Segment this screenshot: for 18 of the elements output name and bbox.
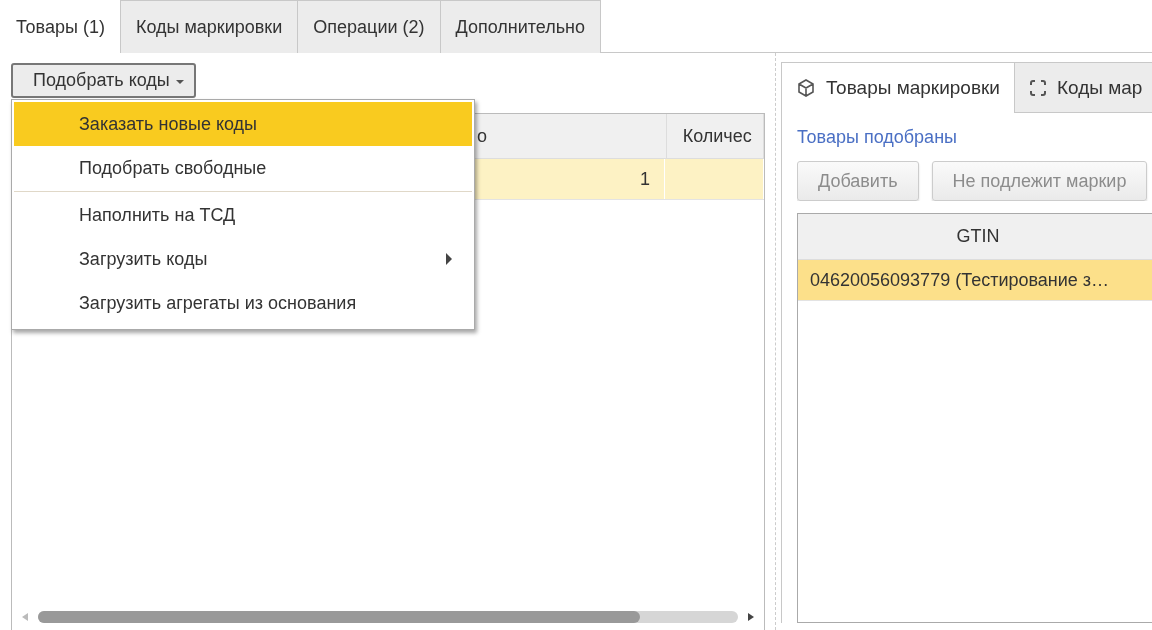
table-row[interactable]: 04620056093779 (Тестирование з… <box>798 260 1152 301</box>
menu-item[interactable]: Загрузить коды <box>14 237 472 281</box>
menu-item[interactable]: Заказать новые коды <box>14 102 472 146</box>
tab[interactable]: Коды маркировки <box>119 0 299 53</box>
pick-codes-button[interactable]: Подобрать коды <box>11 63 196 98</box>
scrollbar[interactable] <box>38 611 738 623</box>
tab[interactable]: Операции (2) <box>297 0 441 53</box>
tab[interactable]: Товары маркировки <box>781 62 1015 113</box>
column-header: Количес <box>666 114 764 158</box>
scroll-left-icon <box>22 613 28 621</box>
tab[interactable]: Дополнительно <box>439 0 602 53</box>
scroll-right-icon <box>748 613 754 621</box>
status-link[interactable]: Товары подобраны <box>797 127 957 148</box>
tab[interactable]: Коды мар <box>1013 62 1152 113</box>
menu-item[interactable]: Загрузить агрегаты из основания <box>14 281 472 325</box>
cube-icon <box>796 78 816 98</box>
column-header: GTIN <box>955 226 1001 247</box>
caret-icon <box>175 80 184 84</box>
